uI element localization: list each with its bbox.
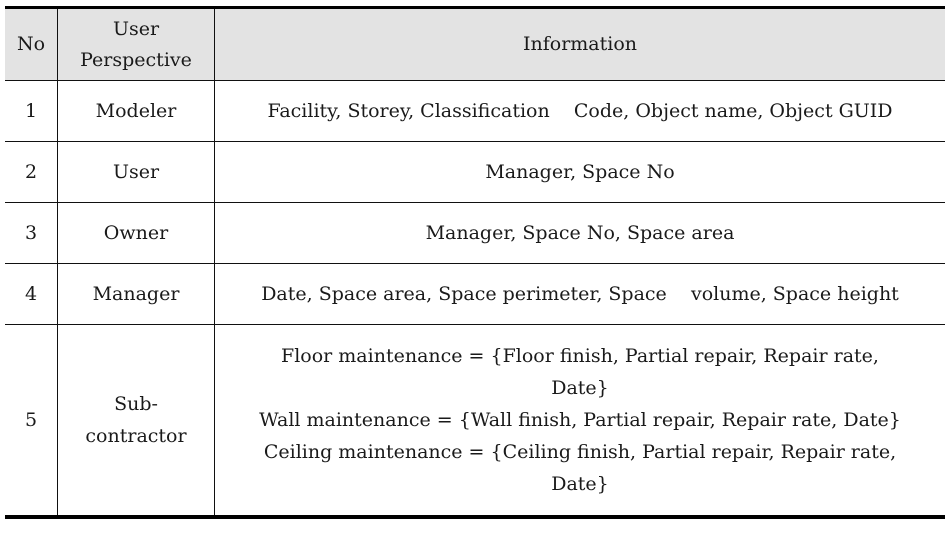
table-row: 3 Owner Manager, Space No, Space area bbox=[5, 202, 945, 264]
info-line-floor-maintenance: Floor maintenance = {Floor finish, Parti… bbox=[281, 345, 879, 367]
cell-no: 4 bbox=[5, 263, 58, 325]
cell-user-perspective: Manager bbox=[57, 263, 215, 325]
header-information: Information bbox=[214, 7, 945, 81]
info-line-floor-maintenance-cont: Date} bbox=[551, 377, 609, 399]
info-line-ceiling-maintenance: Ceiling maintenance = {Ceiling finish, P… bbox=[263, 441, 897, 463]
header-user-perspective-line1: User bbox=[112, 17, 160, 40]
info-line-wall-maintenance: Wall maintenance = {Wall finish, Partial… bbox=[259, 409, 901, 431]
user-perspective-information-table: No User Perspective Information 1 Modele… bbox=[5, 6, 945, 519]
header-row: No User Perspective Information bbox=[5, 7, 945, 81]
cell-no: 5 bbox=[5, 324, 58, 519]
table-row: 5 Sub- contractor Floor maintenance = {F… bbox=[5, 324, 945, 519]
table-header: No User Perspective Information bbox=[5, 7, 945, 81]
table-row: 1 Modeler Facility, Storey, Classificati… bbox=[5, 80, 945, 142]
cell-no: 1 bbox=[5, 80, 58, 142]
cell-no: 2 bbox=[5, 141, 58, 203]
cell-information: Floor maintenance = {Floor finish, Parti… bbox=[214, 324, 945, 519]
table-body: 1 Modeler Facility, Storey, Classificati… bbox=[5, 80, 945, 519]
header-user-perspective: User Perspective bbox=[57, 7, 215, 81]
cell-no: 3 bbox=[5, 202, 58, 264]
table-row: 4 Manager Date, Space area, Space perime… bbox=[5, 263, 945, 325]
cell-information: Manager, Space No bbox=[214, 141, 945, 203]
cell-user-perspective: Sub- contractor bbox=[57, 324, 215, 519]
table-row: 2 User Manager, Space No bbox=[5, 141, 945, 203]
cell-user-perspective: Owner bbox=[57, 202, 215, 264]
cell-information: Date, Space area, Space perimeter, Space… bbox=[214, 263, 945, 325]
cell-information: Facility, Storey, Classification Code, O… bbox=[214, 80, 945, 142]
cell-information: Manager, Space No, Space area bbox=[214, 202, 945, 264]
cell-user-perspective: Modeler bbox=[57, 80, 215, 142]
header-no: No bbox=[5, 7, 58, 81]
cell-user-perspective-line2: contractor bbox=[85, 425, 187, 447]
info-line-ceiling-maintenance-cont: Date} bbox=[551, 473, 609, 495]
cell-user-perspective-line1: Sub- bbox=[114, 393, 158, 415]
header-user-perspective-line2: Perspective bbox=[80, 48, 192, 71]
cell-user-perspective: User bbox=[57, 141, 215, 203]
